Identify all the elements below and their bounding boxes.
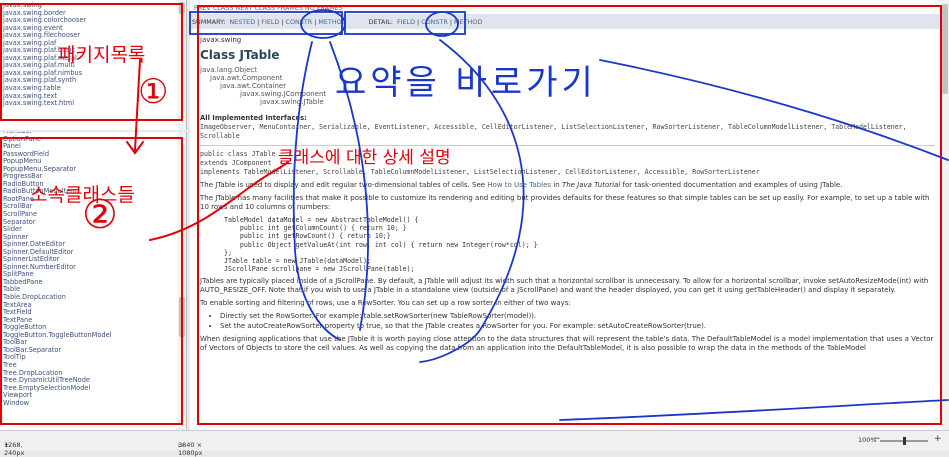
- detail-constr-link[interactable]: CONSTR: [419, 18, 450, 26]
- annotation-jump-to-summary: 요약을 바로가기: [335, 63, 597, 103]
- annotation-number-1: ①: [138, 72, 169, 112]
- declaration-line: implements TableModelListener, Scrollabl…: [200, 168, 760, 176]
- annotation-number-2: ②: [82, 192, 118, 238]
- description-paragraph: The JTable is used to display and edit r…: [200, 181, 935, 190]
- text-run: The Java Tutorial: [561, 181, 621, 189]
- list-item: Set the autoCreateRowSorter property to …: [220, 322, 935, 331]
- description-paragraph: JTables are typically placed inside of a…: [200, 277, 929, 295]
- interfaces-heading: All Implemented Interfaces:: [200, 114, 307, 122]
- class-list-item[interactable]: ToolBar.Separator: [3, 346, 186, 355]
- text-run: for task-oriented documentation and exam…: [620, 181, 843, 189]
- class-list-item[interactable]: Window: [3, 399, 186, 408]
- class-list-item[interactable]: OptionPane: [3, 135, 186, 144]
- class-list: MenuBarOptionPanePanelPasswordFieldPopup…: [0, 132, 186, 407]
- detail-field-link[interactable]: FIELD: [395, 18, 417, 26]
- description-paragraph: The JTable has many facilities that make…: [200, 194, 930, 211]
- class-list-item[interactable]: TabbedPane: [3, 278, 186, 287]
- code-example: TableModel dataModel = new AbstractTable…: [224, 216, 538, 274]
- cursor-position-text: 1268, 240px: [4, 441, 25, 457]
- image-size-text: 3840 × 1080px: [178, 441, 203, 457]
- status-bar: + 1268, 240px ▭ 3840 × 1080px 100% − +: [0, 430, 949, 457]
- zoom-slider-knob[interactable]: [902, 437, 906, 445]
- summary-field-link[interactable]: FIELD: [259, 18, 281, 26]
- bullet-list: Directly set the RowSorter. For example:…: [210, 312, 935, 331]
- nav-bar: PREV CLASS NEXT CLASS FRAMES NO FRAMES S…: [190, 0, 949, 34]
- summary-method-link[interactable]: METHOD: [316, 18, 348, 26]
- doc-scrollbar-thumb[interactable]: [942, 4, 948, 94]
- class-list-item[interactable]: ToolTip: [3, 354, 186, 362]
- detail-method-link[interactable]: METHOD: [452, 18, 484, 26]
- text-run: in: [551, 181, 562, 189]
- annotation-class-description: 클래스에 대한 상세 설명: [278, 148, 451, 168]
- zoom-slider[interactable]: [880, 437, 928, 445]
- summary-nested-link[interactable]: NESTED: [227, 18, 257, 26]
- description-paragraph: When designing applications that use the…: [200, 335, 934, 353]
- annotation-package-list: 패키지목록: [58, 44, 146, 66]
- class-scrollbar-thumb[interactable]: [179, 297, 185, 337]
- list-item: Directly set the RowSorter. For example:…: [220, 312, 935, 321]
- package-name: javax.swing: [200, 36, 242, 44]
- package-scrollbar-thumb[interactable]: [179, 2, 185, 14]
- class-list-item[interactable]: Viewport: [3, 392, 186, 400]
- zoom-out-icon[interactable]: −: [873, 434, 881, 444]
- doc-scrollbar[interactable]: [941, 0, 949, 430]
- class-scrollbar[interactable]: [178, 132, 186, 430]
- package-scrollbar[interactable]: [178, 0, 186, 130]
- summary-label: SUMMARY:: [192, 17, 226, 26]
- class-list-item[interactable]: ToggleButton.ToggleButtonModel: [3, 331, 186, 340]
- text-run: The JTable is used to display and edit r…: [200, 181, 488, 189]
- detail-label: DETAIL:: [368, 17, 393, 26]
- description-paragraph: To enable sorting and filtering of rows,…: [200, 299, 571, 308]
- tutorial-link[interactable]: How to Use Tables: [487, 181, 551, 189]
- nav-prev-next[interactable]: PREV CLASS NEXT CLASS FRAMES NO FRAMES: [194, 4, 343, 12]
- summary-constr-link[interactable]: CONSTR: [284, 18, 315, 26]
- interfaces-list[interactable]: ImageObserver, MenuContainer, Serializab…: [200, 123, 935, 141]
- class-list-frame: MenuBarOptionPanePanelPasswordFieldPopup…: [0, 132, 187, 430]
- zoom-in-icon[interactable]: +: [934, 434, 942, 444]
- subnav-bar: SUMMARY: NESTED | FIELD | CONSTR | METHOD D…: [190, 14, 941, 29]
